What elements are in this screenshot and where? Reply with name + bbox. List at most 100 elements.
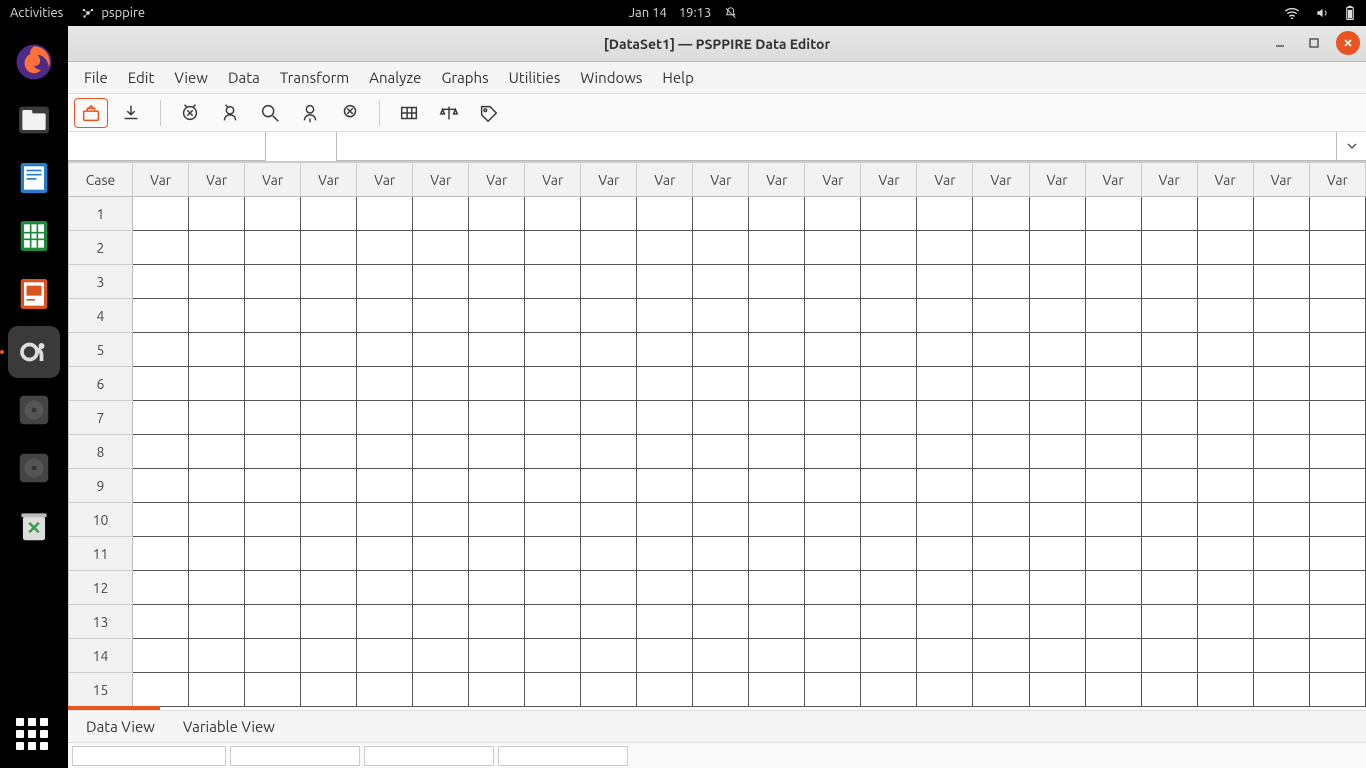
data-cell[interactable] [469, 503, 525, 537]
data-cell[interactable] [861, 231, 917, 265]
data-cell[interactable] [1309, 333, 1365, 367]
data-cell[interactable] [1085, 231, 1141, 265]
data-cell[interactable] [1197, 435, 1253, 469]
menu-data[interactable]: Data [220, 65, 268, 90]
data-cell[interactable] [1309, 537, 1365, 571]
data-cell[interactable] [637, 265, 693, 299]
data-cell[interactable] [189, 605, 245, 639]
header-var[interactable]: Var [1085, 163, 1141, 197]
data-cell[interactable] [805, 605, 861, 639]
data-cell[interactable] [525, 571, 581, 605]
data-cell[interactable] [1085, 435, 1141, 469]
data-cell[interactable] [469, 469, 525, 503]
data-cell[interactable] [693, 367, 749, 401]
data-cell[interactable] [1085, 503, 1141, 537]
data-cell[interactable] [133, 435, 189, 469]
data-cell[interactable] [1197, 673, 1253, 707]
data-cell[interactable] [973, 401, 1029, 435]
data-cell[interactable] [1029, 537, 1085, 571]
data-cell[interactable] [1309, 639, 1365, 673]
data-cell[interactable] [1309, 401, 1365, 435]
data-cell[interactable] [749, 605, 805, 639]
weight-cases-button[interactable] [432, 98, 466, 128]
data-cell[interactable] [749, 231, 805, 265]
data-cell[interactable] [581, 673, 637, 707]
data-cell[interactable] [469, 333, 525, 367]
save-button[interactable] [114, 98, 148, 128]
data-cell[interactable] [189, 639, 245, 673]
data-cell[interactable] [805, 265, 861, 299]
data-cell[interactable] [469, 231, 525, 265]
menu-file[interactable]: File [76, 65, 116, 90]
data-cell[interactable] [1141, 673, 1197, 707]
volume-icon[interactable] [1314, 6, 1330, 20]
data-cell[interactable] [189, 673, 245, 707]
tab-variable-view[interactable]: Variable View [183, 718, 275, 735]
split-file-button[interactable] [392, 98, 426, 128]
data-cell[interactable] [1253, 231, 1309, 265]
data-cell[interactable] [1141, 503, 1197, 537]
data-cell[interactable] [973, 571, 1029, 605]
name-box[interactable] [68, 132, 266, 161]
data-cell[interactable] [1029, 673, 1085, 707]
activities-button[interactable]: Activities [10, 6, 63, 20]
data-cell[interactable] [973, 503, 1029, 537]
data-cell[interactable] [1141, 265, 1197, 299]
data-cell[interactable] [469, 605, 525, 639]
data-cell[interactable] [917, 401, 973, 435]
row-header[interactable]: 5 [69, 333, 133, 367]
data-cell[interactable] [525, 333, 581, 367]
data-cell[interactable] [189, 299, 245, 333]
data-cell[interactable] [917, 469, 973, 503]
menu-transform[interactable]: Transform [272, 65, 357, 90]
data-cell[interactable] [1253, 367, 1309, 401]
delete-case-button[interactable] [333, 98, 367, 128]
data-cell[interactable] [133, 673, 189, 707]
data-cell[interactable] [973, 435, 1029, 469]
data-cell[interactable] [413, 673, 469, 707]
data-cell[interactable] [1029, 265, 1085, 299]
dock-calc[interactable] [8, 210, 60, 262]
dock-trash[interactable] [8, 500, 60, 552]
data-cell[interactable] [917, 639, 973, 673]
header-var[interactable]: Var [525, 163, 581, 197]
data-cell[interactable] [413, 469, 469, 503]
data-cell[interactable] [301, 197, 357, 231]
data-cell[interactable] [357, 639, 413, 673]
data-cell[interactable] [133, 571, 189, 605]
data-cell[interactable] [1309, 503, 1365, 537]
data-cell[interactable] [413, 605, 469, 639]
header-var[interactable]: Var [637, 163, 693, 197]
data-cell[interactable] [413, 265, 469, 299]
topbar-app[interactable]: psppire [81, 6, 145, 20]
data-cell[interactable] [805, 299, 861, 333]
data-cell[interactable] [357, 673, 413, 707]
data-cell[interactable] [1309, 197, 1365, 231]
dock-impress[interactable] [8, 268, 60, 320]
data-cell[interactable] [805, 333, 861, 367]
data-cell[interactable] [1085, 367, 1141, 401]
data-cell[interactable] [805, 435, 861, 469]
find-button[interactable] [253, 98, 287, 128]
row-header[interactable]: 8 [69, 435, 133, 469]
data-cell[interactable] [1197, 299, 1253, 333]
data-cell[interactable] [581, 571, 637, 605]
data-cell[interactable] [245, 435, 301, 469]
data-cell[interactable] [357, 333, 413, 367]
data-cell[interactable] [525, 537, 581, 571]
data-cell[interactable] [1141, 537, 1197, 571]
data-cell[interactable] [1197, 571, 1253, 605]
data-cell[interactable] [861, 265, 917, 299]
data-cell[interactable] [861, 435, 917, 469]
data-grid[interactable]: CaseVarVarVarVarVarVarVarVarVarVarVarVar… [68, 162, 1366, 710]
data-cell[interactable] [189, 197, 245, 231]
data-cell[interactable] [1197, 333, 1253, 367]
data-cell[interactable] [469, 537, 525, 571]
data-cell[interactable] [861, 571, 917, 605]
data-cell[interactable] [525, 231, 581, 265]
data-cell[interactable] [581, 469, 637, 503]
data-cell[interactable] [805, 401, 861, 435]
data-cell[interactable] [861, 639, 917, 673]
data-cell[interactable] [133, 333, 189, 367]
data-cell[interactable] [637, 503, 693, 537]
